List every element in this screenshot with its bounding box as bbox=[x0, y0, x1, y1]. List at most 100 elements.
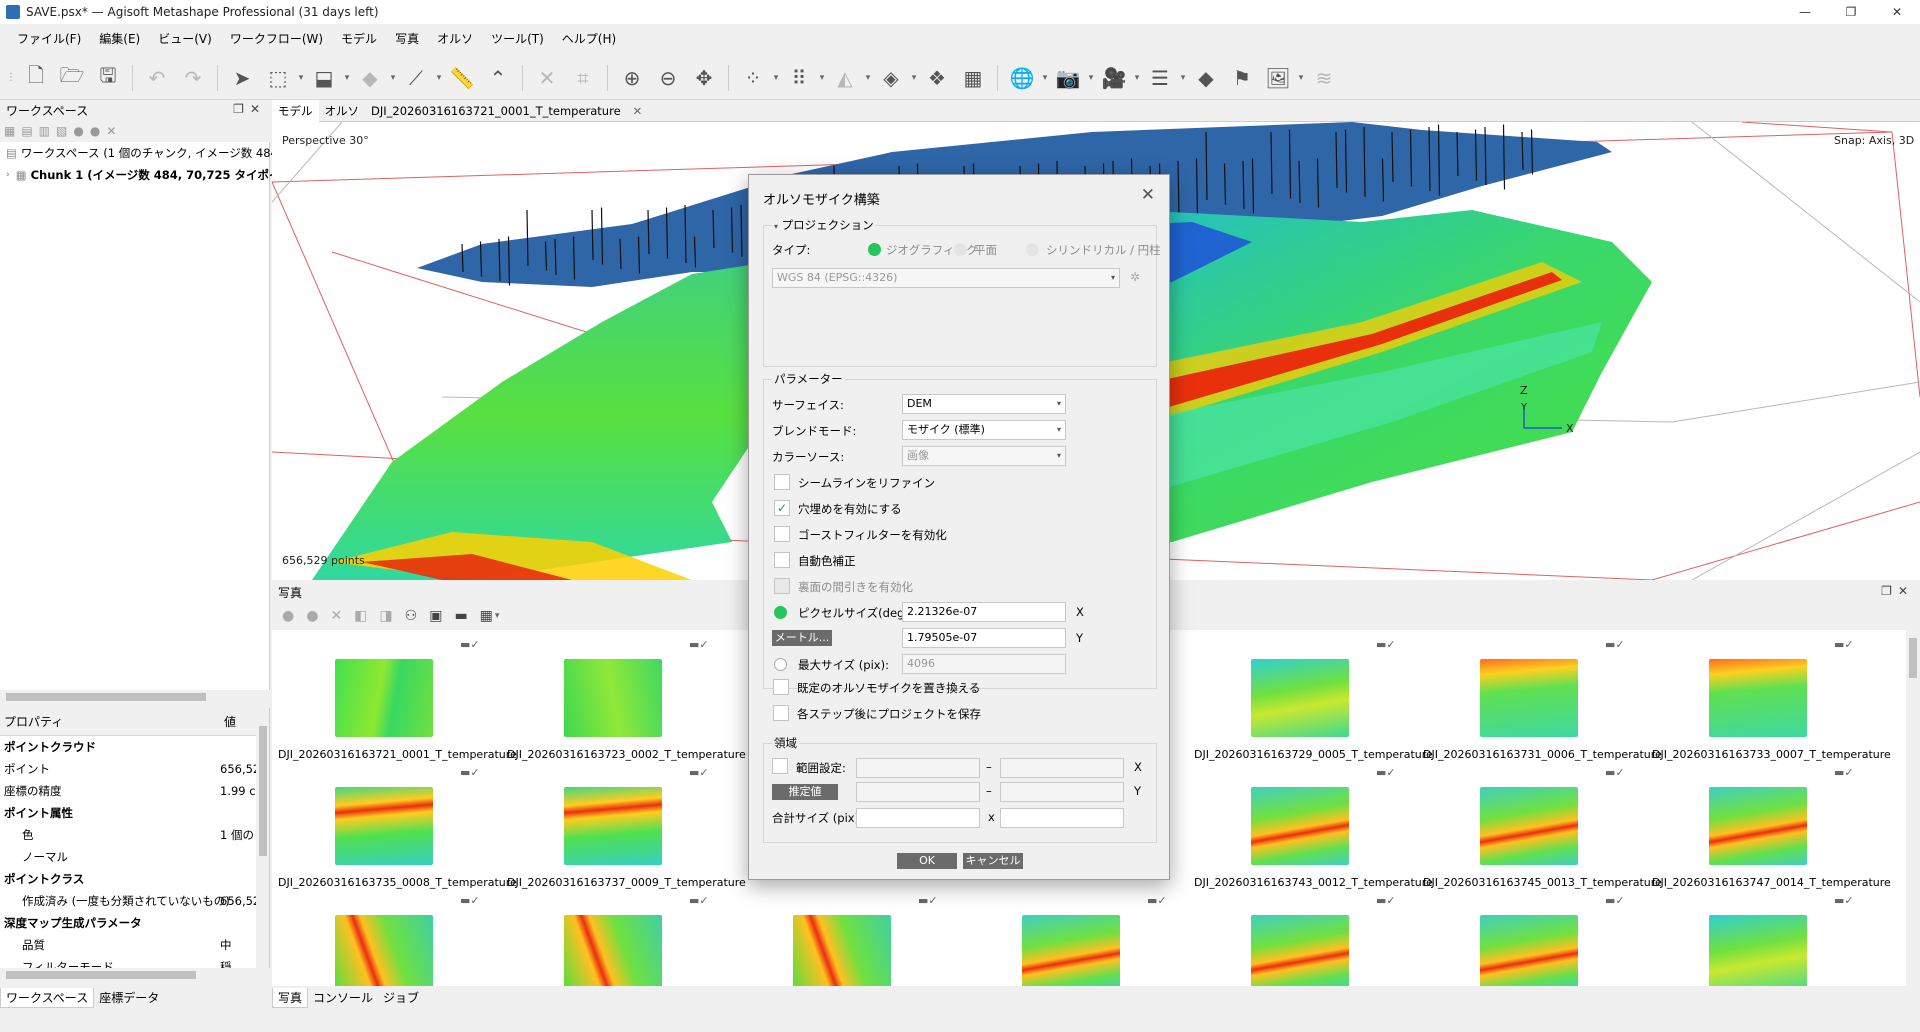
menu-ortho[interactable]: オルソ bbox=[428, 30, 482, 47]
photo-thumbnail[interactable]: ▬✓ bbox=[1194, 894, 1423, 986]
chevron-down-icon[interactable]: ▾ bbox=[817, 63, 827, 93]
cancel-button[interactable]: キャンセル bbox=[963, 853, 1023, 869]
undo-icon[interactable]: ↶ bbox=[143, 63, 171, 93]
open-folder-icon[interactable]: 🗁 bbox=[58, 63, 86, 93]
chevron-down-icon[interactable]: ▾ bbox=[909, 63, 919, 93]
tab-console[interactable]: コンソール bbox=[308, 988, 378, 1008]
bounds-y-min-input[interactable] bbox=[856, 782, 980, 802]
delete-selection-icon[interactable]: ✕ bbox=[533, 63, 561, 93]
chevron-down-icon[interactable]: ▾ bbox=[771, 63, 781, 93]
crop-selection-icon[interactable]: ⌗ bbox=[569, 63, 597, 93]
surface-select[interactable]: DEM ▾ bbox=[902, 394, 1066, 414]
close-panel-icon[interactable]: ✕ bbox=[1898, 584, 1914, 598]
property-row[interactable]: 品質 中 bbox=[0, 934, 269, 956]
tab-workspace[interactable]: ワークスペース bbox=[0, 988, 95, 1008]
binoculars-icon[interactable]: ⚇ bbox=[405, 608, 418, 624]
chevron-down-icon[interactable]: ▾ bbox=[1040, 63, 1050, 93]
chevron-down-icon[interactable]: ▾ bbox=[495, 611, 500, 621]
disable-photo-icon[interactable]: ● bbox=[306, 608, 318, 624]
remove-photo-icon[interactable]: ✕ bbox=[330, 608, 342, 624]
menu-tools[interactable]: ツール(T) bbox=[482, 30, 553, 47]
property-row[interactable]: 色 1 個の bbox=[0, 824, 269, 846]
ghost-filter-checkbox[interactable] bbox=[774, 526, 790, 542]
blend-mode-select[interactable]: モザイク (標準) ▾ bbox=[902, 420, 1066, 440]
chevron-down-icon[interactable]: ▾ bbox=[1296, 63, 1306, 93]
property-row[interactable]: ポイント 656,52 bbox=[0, 758, 269, 780]
scrollbar-thumb[interactable] bbox=[6, 971, 196, 979]
photo-thumbnail[interactable]: ▬✓ bbox=[1423, 894, 1652, 986]
crs-select[interactable]: WGS 84 (EPSG::4326) ▾ bbox=[772, 268, 1120, 288]
estimate-button[interactable]: 推定値 bbox=[772, 784, 838, 800]
tab-reference[interactable]: 座標データ bbox=[94, 988, 164, 1008]
chevron-down-icon[interactable]: ▾ bbox=[434, 63, 444, 93]
crs-settings-icon[interactable]: ✲ bbox=[1130, 270, 1140, 284]
pixel-size-x-input[interactable]: 2.21326e-07 bbox=[902, 602, 1066, 622]
ruler-icon[interactable]: 📏 bbox=[448, 63, 476, 93]
property-row[interactable]: 深度マップ生成パラメータ bbox=[0, 912, 269, 934]
property-row[interactable]: フィルターモード 穏 bbox=[0, 956, 269, 968]
chevron-down-icon[interactable]: ▾ bbox=[388, 63, 398, 93]
shape-icon[interactable]: ⌃ bbox=[484, 63, 512, 93]
geographic-radio[interactable] bbox=[868, 243, 881, 256]
rotate-right-icon[interactable]: ◨ bbox=[379, 608, 392, 624]
meter-button[interactable]: メートル... bbox=[772, 630, 832, 646]
view-mode-grid-icon[interactable]: ▦ bbox=[480, 608, 493, 624]
tree-item-workspace[interactable]: ▤ ワークスペース (1 個のチャンク, イメージ数 484) bbox=[0, 142, 282, 164]
globe-icon[interactable]: 🌐 bbox=[1008, 63, 1036, 93]
add-chunk-icon[interactable]: ▦ bbox=[4, 124, 21, 138]
photo-thumbnail[interactable]: ▬✓ DJI_20260316163721_0001_T_temperature bbox=[278, 638, 517, 766]
rotate-object-icon[interactable]: ◆ bbox=[356, 63, 384, 93]
pixel-size-radio[interactable] bbox=[774, 606, 787, 619]
photo-thumbnail[interactable]: ▬✓ DJI_20260316163735_0008_T_temperature bbox=[278, 766, 517, 894]
minimize-button[interactable]: — bbox=[1782, 0, 1828, 24]
pixel-size-y-input[interactable]: 1.79505e-07 bbox=[902, 628, 1066, 648]
markers-flag-icon[interactable]: ⚑ bbox=[1228, 63, 1256, 93]
tab-photos[interactable]: 写真 bbox=[272, 988, 309, 1008]
save-after-each-step-checkbox[interactable] bbox=[773, 705, 789, 721]
properties-scrollbar[interactable] bbox=[256, 708, 269, 968]
bounds-x-max-input[interactable] bbox=[1000, 758, 1124, 778]
chevron-down-icon[interactable]: ▾ bbox=[296, 63, 306, 93]
add-markers-icon[interactable]: ▧ bbox=[56, 124, 73, 138]
tiled-model-icon[interactable]: ◈ bbox=[877, 63, 905, 93]
bounds-x-min-input[interactable] bbox=[856, 758, 980, 778]
menu-workflow[interactable]: ワークフロー(W) bbox=[221, 30, 332, 47]
photo-thumbnail[interactable]: ▬✓ DJI_20260316163723_0002_T_temperature bbox=[507, 638, 746, 766]
bounds-y-max-input[interactable] bbox=[1000, 782, 1124, 802]
menu-view[interactable]: ビュー(V) bbox=[149, 30, 221, 47]
menu-model[interactable]: モデル bbox=[332, 30, 386, 47]
image-view-icon[interactable]: 🖼 bbox=[1264, 63, 1292, 93]
enable-icon[interactable]: ● bbox=[73, 124, 89, 138]
property-row[interactable]: ノーマル bbox=[0, 846, 269, 868]
orthomosaic-icon[interactable]: ▦ bbox=[959, 63, 987, 93]
resize-region-icon[interactable]: ⬓ bbox=[310, 63, 338, 93]
property-row[interactable]: ポイント属性 bbox=[0, 802, 269, 824]
photo-thumbnail[interactable]: ▬✓ DJI_20260316163745_0013_T_temperature bbox=[1423, 766, 1662, 894]
chevron-down-icon[interactable]: ▾ bbox=[863, 63, 873, 93]
setup-bounds-checkbox[interactable] bbox=[772, 758, 788, 774]
chevron-down-icon[interactable]: ▾ bbox=[1086, 63, 1096, 93]
scrollbar-thumb[interactable] bbox=[6, 693, 206, 701]
photo-thumbnail[interactable]: ▬✓ bbox=[278, 894, 507, 986]
hole-filling-checkbox[interactable]: ✓ bbox=[774, 500, 790, 516]
rectangle-selection-icon[interactable]: ⬚ bbox=[264, 63, 292, 93]
dense-cloud-icon[interactable]: ⠿ bbox=[785, 63, 813, 93]
photo-thumbnail[interactable]: ▬✓ DJI_20260316163747_0014_T_temperature bbox=[1652, 766, 1891, 894]
property-row[interactable]: ポイントクラウド bbox=[0, 736, 269, 758]
close-dialog-icon[interactable]: ✕ bbox=[1141, 185, 1155, 205]
property-row[interactable]: ポイントクラス bbox=[0, 868, 269, 890]
add-folder-icon[interactable]: ▥ bbox=[39, 124, 56, 138]
photo-thumbnail[interactable]: ▬✓ bbox=[507, 894, 736, 986]
menu-help[interactable]: ヘルプ(H) bbox=[553, 30, 625, 47]
auto-color-checkbox[interactable] bbox=[774, 552, 790, 568]
save-icon[interactable]: 🖫 bbox=[94, 63, 122, 93]
total-size-width-input[interactable] bbox=[856, 808, 980, 828]
navigation-pointer-icon[interactable]: ➤ bbox=[228, 63, 256, 93]
maximize-button[interactable]: ❐ bbox=[1828, 0, 1874, 24]
zoom-out-icon[interactable]: ⊖ bbox=[654, 63, 682, 93]
float-panel-icon[interactable]: ❐ bbox=[1881, 584, 1898, 598]
new-file-icon[interactable]: 🗋 bbox=[22, 63, 50, 93]
dem-icon[interactable]: ❖ bbox=[923, 63, 951, 93]
rotate-left-icon[interactable]: ◧ bbox=[354, 608, 367, 624]
refine-seamlines-checkbox[interactable] bbox=[774, 474, 790, 490]
